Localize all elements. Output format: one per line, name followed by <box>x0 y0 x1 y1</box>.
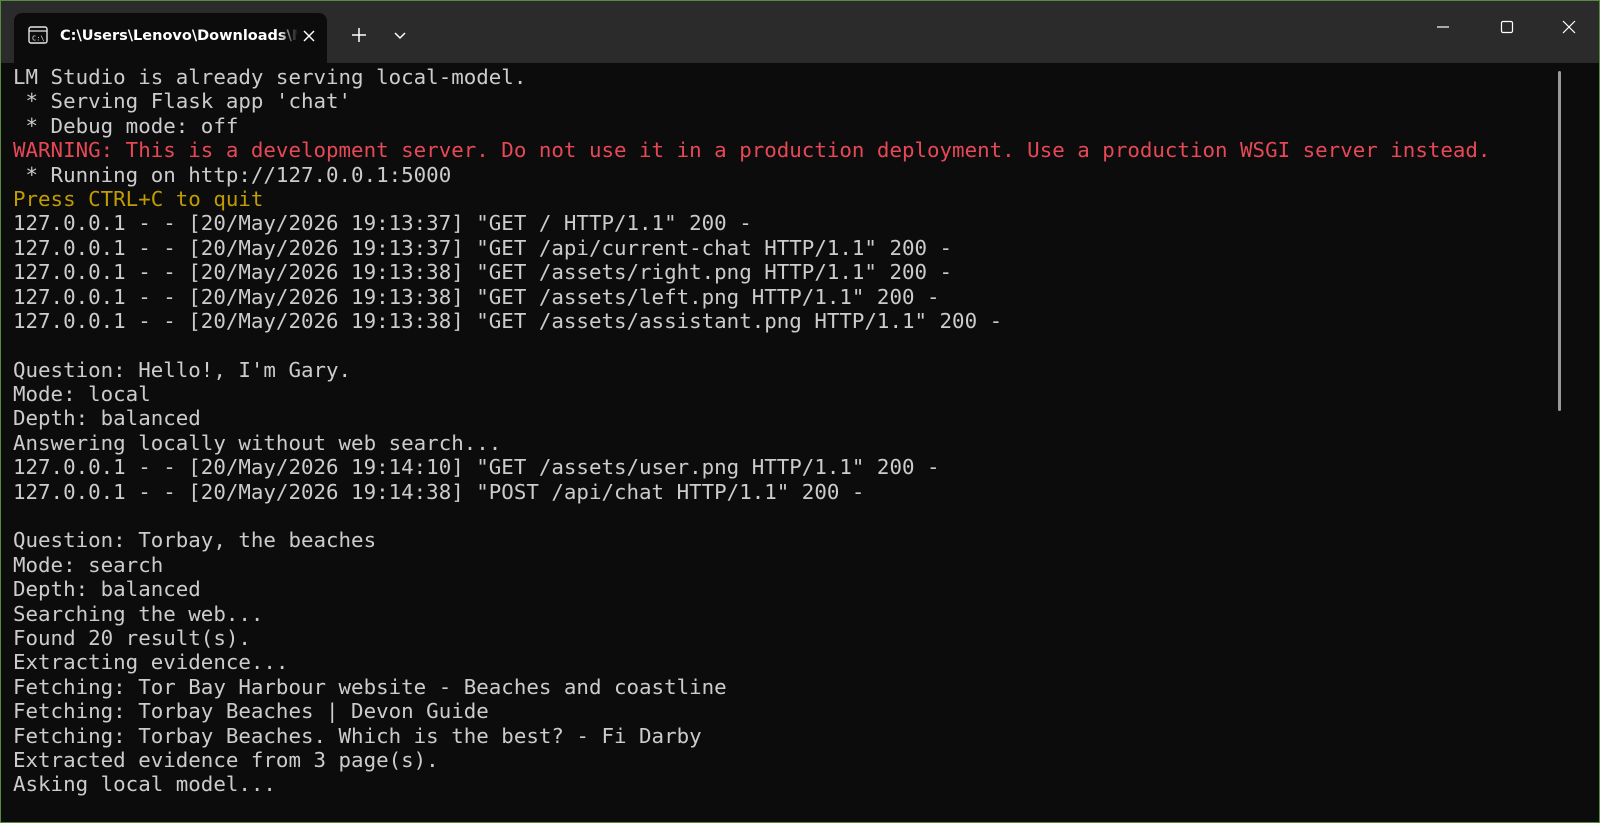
console-line: Depth: balanced <box>13 406 201 431</box>
console-line: 127.0.0.1 - - [20/May/2026 19:13:37] "GE… <box>13 211 752 236</box>
terminal-icon: C:\ <box>28 26 48 44</box>
console-line: Answering locally without web search... <box>13 430 502 455</box>
console-line: Mode: search <box>13 552 164 577</box>
console-line: Press CTRL+C to quit <box>13 186 264 211</box>
console-line: * Running on http://127.0.0.1:5000 <box>13 162 452 187</box>
minimize-icon <box>1437 26 1449 28</box>
minimize-button[interactable] <box>1416 1 1470 59</box>
console-line: Asking local model... <box>13 772 276 797</box>
terminal-window: C:\ C:\Users\Lenovo\Downloads\MyChat <box>0 0 1600 823</box>
maximize-button[interactable] <box>1480 1 1534 59</box>
plus-icon[interactable] <box>347 23 371 47</box>
console-line: Extracted evidence from 3 page(s). <box>13 747 439 772</box>
scrollbar[interactable] <box>1558 71 1561 411</box>
console-line: Mode: local <box>13 382 151 407</box>
console-line: LM Studio is already serving local-model… <box>13 65 527 89</box>
svg-text:C:\: C:\ <box>32 35 45 43</box>
console-line: Depth: balanced <box>13 577 201 602</box>
warning-line: WARNING: This is a development server. D… <box>13 138 1491 163</box>
console-line: 127.0.0.1 - - [20/May/2026 19:13:38] "GE… <box>13 308 1003 333</box>
console-line: 127.0.0.1 - - [20/May/2026 19:13:38] "GE… <box>13 260 953 285</box>
console-line: 127.0.0.1 - - [20/May/2026 19:14:38] "PO… <box>13 479 865 504</box>
console-output[interactable]: LM Studio is already serving local-model… <box>13 65 1553 817</box>
console-line: Found 20 result(s). <box>13 625 251 650</box>
console-line: 127.0.0.1 - - [20/May/2026 19:13:37] "GE… <box>13 235 953 260</box>
console-line: 127.0.0.1 - - [20/May/2026 19:13:38] "GE… <box>13 284 940 309</box>
console-line: Question: Torbay, the beaches <box>13 528 377 553</box>
console-line: * Serving Flask app 'chat' <box>13 89 352 114</box>
console-line: Fetching: Torbay Beaches. Which is the b… <box>13 723 702 748</box>
console-line: * Debug mode: off <box>13 113 239 138</box>
chevron-down-icon[interactable] <box>390 25 410 45</box>
close-window-button[interactable] <box>1542 1 1596 59</box>
console-line: Extracting evidence... <box>13 650 289 675</box>
title-bar[interactable]: C:\ C:\Users\Lenovo\Downloads\MyChat <box>1 1 1599 63</box>
maximize-icon <box>1500 20 1514 34</box>
tab-title: C:\Users\Lenovo\Downloads\MyChat <box>60 28 298 44</box>
console-line: 127.0.0.1 - - [20/May/2026 19:14:10] "GE… <box>13 455 940 480</box>
console-line: Fetching: Torbay Beaches | Devon Guide <box>13 699 489 724</box>
close-icon[interactable] <box>298 25 320 47</box>
console-line: Searching the web... <box>13 601 264 626</box>
terminal-tab[interactable]: C:\ C:\Users\Lenovo\Downloads\MyChat <box>14 13 327 63</box>
console-line: Question: Hello!, I'm Gary. <box>13 357 352 382</box>
close-icon <box>1562 20 1576 34</box>
console-line: Fetching: Tor Bay Harbour website - Beac… <box>13 674 727 699</box>
